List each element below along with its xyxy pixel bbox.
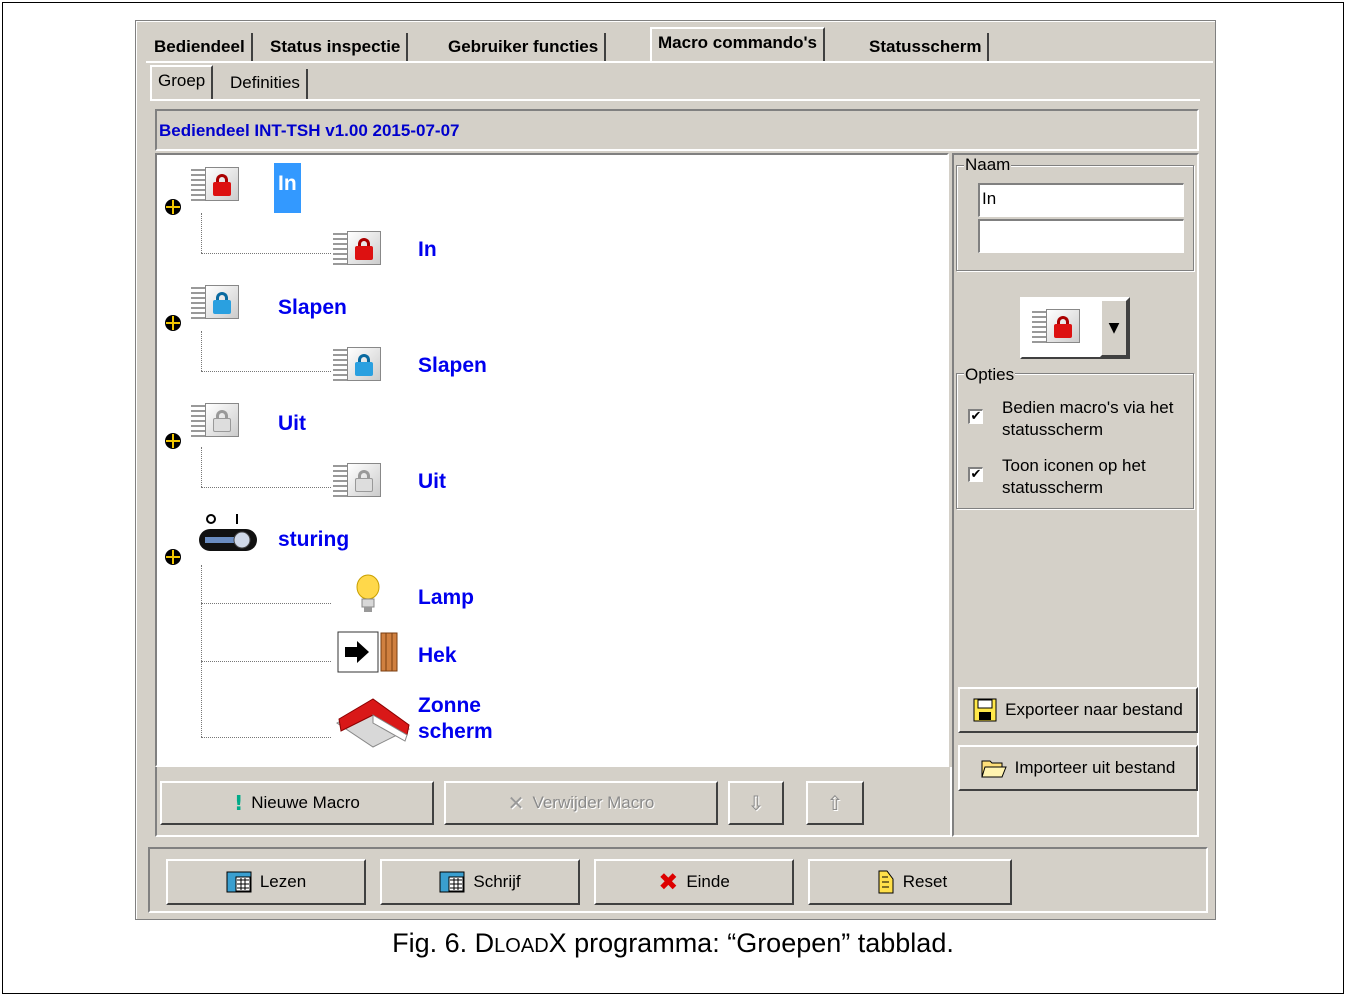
reset-hand-icon — [878, 870, 894, 894]
import-button[interactable]: Importeer uit bestand — [958, 745, 1198, 791]
tab-gebruiker-functies[interactable]: Gebruiker functies — [442, 33, 607, 61]
caption-prefix: Fig. 6. D — [392, 928, 495, 958]
exclamation-icon: ! — [234, 791, 244, 815]
gate-icon — [337, 631, 398, 673]
option2-checkbox[interactable]: ✔ — [968, 467, 983, 482]
option1-label-line2: statusscherm — [1002, 420, 1104, 439]
figure-caption: Fig. 6. DLOADX programma: “Groepen” tabb… — [0, 928, 1346, 959]
tree-item-slapen[interactable]: Slapen — [418, 353, 487, 379]
move-down-button[interactable]: ⇩ — [728, 781, 784, 825]
dloadx-window: Bediendeel Status inspectie Gebruiker fu… — [135, 20, 1216, 920]
reset-button[interactable]: Reset — [808, 859, 1012, 905]
lock-red-icon — [1032, 307, 1082, 347]
lock-red-icon — [333, 229, 383, 269]
tree-item-scherm[interactable]: scherm — [418, 719, 493, 745]
floppy-icon — [973, 698, 997, 722]
option2-label-line1: Toon iconen op het — [1002, 456, 1146, 475]
tree-line — [201, 661, 331, 662]
tab-page-edge — [146, 61, 1213, 63]
lock-red-icon — [191, 165, 241, 205]
arrow-down-icon: ⇩ — [747, 791, 765, 815]
tree-line — [201, 253, 331, 254]
lock-blue-icon — [333, 345, 383, 385]
tree-group-in[interactable]: In — [274, 163, 301, 213]
new-macro-label: Nieuwe Macro — [251, 793, 360, 812]
import-label: Importeer uit bestand — [1014, 758, 1176, 777]
expand-icon[interactable] — [165, 433, 181, 449]
tree-item-hek[interactable]: Hek — [418, 643, 457, 669]
name-legend: Naam — [964, 155, 1012, 175]
tree-item-in[interactable]: In — [418, 237, 437, 263]
tree-item-lamp[interactable]: Lamp — [418, 585, 474, 611]
tree-line — [201, 737, 331, 738]
tree-line — [201, 331, 202, 371]
name-field-1[interactable]: In — [978, 183, 1184, 217]
awning-icon — [336, 698, 410, 748]
option1-label-line1: Bedien macro's via het — [1002, 398, 1174, 417]
close-icon: ✖ — [658, 868, 679, 896]
caption-smallcaps: LOAD — [494, 935, 549, 957]
write-label: Schrijf — [473, 872, 521, 891]
end-label: Einde — [686, 872, 730, 891]
tree-group-slapen[interactable]: Slapen — [278, 295, 347, 321]
tab-bediendeel[interactable]: Bediendeel — [148, 33, 253, 61]
tab-groep[interactable]: Groep — [150, 65, 214, 101]
arrow-up-icon: ⇧ — [826, 791, 844, 815]
end-button[interactable]: ✖ Einde — [594, 859, 794, 905]
expand-icon[interactable] — [165, 315, 181, 331]
name-group — [956, 165, 1194, 271]
tree-item-zonne[interactable]: Zonne — [418, 693, 481, 719]
macro-tree[interactable]: In In Slapen Slapen Uit Uit sturing Lamp… — [155, 153, 949, 767]
tab-definities[interactable]: Definities — [224, 69, 308, 99]
tree-line — [201, 447, 202, 487]
delete-macro-button[interactable]: ✕ Verwijder Macro — [444, 781, 718, 825]
lock-blue-icon — [191, 283, 241, 323]
tree-line — [201, 603, 331, 604]
device-title: Bediendeel INT-TSH v1.00 2015-07-07 — [159, 121, 460, 140]
switch-icon — [199, 514, 257, 551]
options-legend: Opties — [964, 365, 1016, 385]
expand-icon[interactable] — [165, 549, 181, 565]
lamp-icon — [356, 574, 380, 612]
tree-line — [201, 371, 331, 372]
export-label: Exporteer naar bestand — [1005, 700, 1183, 719]
tree-line — [201, 565, 202, 737]
lock-grey-icon — [333, 461, 383, 501]
open-folder-icon — [980, 760, 1007, 778]
expand-icon[interactable] — [165, 199, 181, 215]
new-macro-button[interactable]: ! Nieuwe Macro — [160, 781, 434, 825]
properties-panel: Naam In ▼ Opties ✔ Bedien macro's via he… — [952, 153, 1199, 837]
keypad-read-icon — [226, 871, 252, 893]
tree-item-uit[interactable]: Uit — [418, 469, 446, 495]
lock-grey-icon — [191, 401, 241, 441]
export-button[interactable]: Exporteer naar bestand — [958, 687, 1198, 733]
caption-rest: X programma: “Groepen” tabblad. — [548, 928, 954, 958]
device-header: Bediendeel INT-TSH v1.00 2015-07-07 — [155, 109, 1199, 151]
tree-group-sturing[interactable]: sturing — [278, 527, 349, 553]
keypad-write-icon — [439, 871, 465, 893]
icon-picker[interactable]: ▼ — [1020, 297, 1130, 359]
option1-checkbox[interactable]: ✔ — [968, 409, 983, 424]
tree-line — [201, 213, 202, 253]
read-button[interactable]: Lezen — [166, 859, 366, 905]
option2-label-line2: statusscherm — [1002, 478, 1104, 497]
subtab-page-edge — [150, 99, 1200, 101]
name-field-2[interactable] — [978, 219, 1184, 253]
tree-line — [201, 487, 331, 488]
reset-label: Reset — [902, 872, 948, 891]
tab-status-inspectie[interactable]: Status inspectie — [264, 33, 409, 61]
move-up-button[interactable]: ⇧ — [806, 781, 864, 825]
chevron-down-icon[interactable]: ▼ — [1100, 299, 1128, 357]
tab-macro-commandos[interactable]: Macro commando's — [650, 27, 825, 63]
delete-x-icon: ✕ — [507, 791, 525, 815]
write-button[interactable]: Schrijf — [380, 859, 580, 905]
tree-group-uit[interactable]: Uit — [278, 411, 306, 437]
tab-statusscherm[interactable]: Statusscherm — [863, 33, 990, 61]
delete-macro-label: Verwijder Macro — [532, 793, 655, 812]
read-label: Lezen — [259, 872, 307, 891]
